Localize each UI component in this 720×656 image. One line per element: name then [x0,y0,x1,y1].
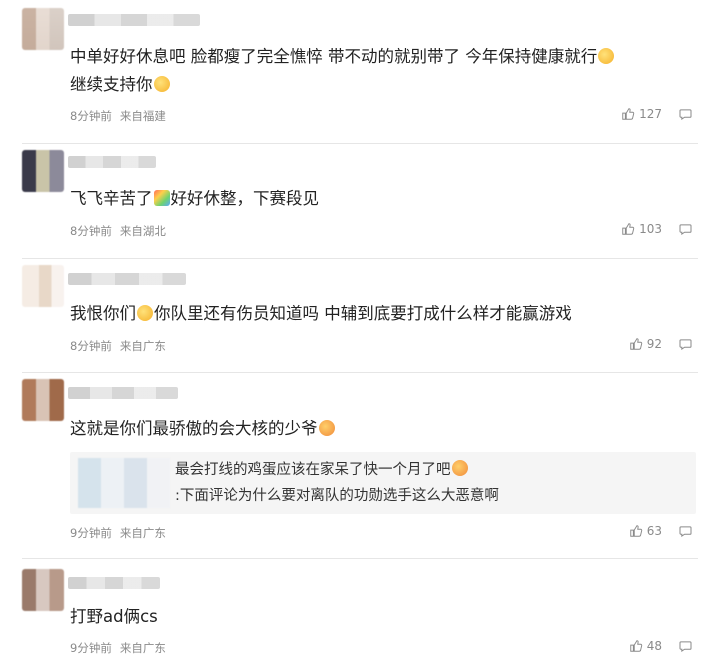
comment-bubble-icon[interactable] [679,109,692,120]
thumbs-up-icon [629,338,642,350]
like-button[interactable]: 48 [629,639,662,653]
emoji-icon [153,76,170,92]
comment-text: 打野ad俩cs [70,607,158,626]
quoted-line-1: 最会打线的鸡蛋应该在家呆了快一个月了吧 [175,458,469,479]
comment-text: 这就是你们最骄傲的会大核的少爷 [70,415,690,443]
comment-location: 来自湖北 [119,224,166,238]
quoted-avatar-redacted [78,458,170,508]
thumbs-up-icon [622,223,635,235]
comment-text: 飞飞辛苦了 好好休整，下赛段见 [70,185,690,213]
comment-location: 来自福建 [119,109,166,123]
comment-meta: 8分钟前 来自福建 [70,108,174,124]
avatar[interactable] [22,265,64,307]
quoted-line-2: :下面评论为什么要对离队的功勋选手这么大恶意啊 [175,488,499,504]
like-button[interactable]: 63 [629,524,662,538]
avatar[interactable] [22,569,64,611]
username-redacted[interactable] [68,156,156,168]
comment-location: 来自广东 [119,526,166,540]
comment-text-part1: 我恨你们 [70,304,136,323]
comment-location: 来自广东 [119,339,166,353]
comment-item: 我恨你们 你队里还有伤员知道吗 中辅到底要打成什么样才能赢游戏 8分钟前 来自广东 … [0,259,720,373]
comment-bubble-icon[interactable] [679,224,692,235]
comment-time: 8分钟前 [70,339,112,353]
avatar[interactable] [22,150,64,192]
comment-text-line2: 继续支持你 [70,75,153,94]
comment-meta: 9分钟前 来自广东 [70,525,174,541]
comment-time: 8分钟前 [70,224,112,238]
comment-text-line1: 中单好好休息吧 脸都瘦了完全憔悴 带不动的就别带了 今年保持健康就行 [70,47,598,66]
comment-time: 8分钟前 [70,109,112,123]
username-redacted[interactable] [68,14,200,26]
username-redacted[interactable] [68,577,160,589]
like-button[interactable]: 92 [629,337,662,351]
quoted-comment[interactable]: 最会打线的鸡蛋应该在家呆了快一个月了吧 :下面评论为什么要对离队的功勋选手这么大… [70,452,696,514]
like-count: 103 [639,222,662,236]
comment-text-part2: 好好休整，下赛段见 [170,189,320,208]
like-count: 48 [646,639,662,653]
thumbs-up-icon [629,525,642,537]
like-button[interactable]: 127 [621,107,662,121]
comment-meta: 8分钟前 来自湖北 [70,223,174,239]
comment-item: 飞飞辛苦了 好好休整，下赛段见 8分钟前 来自湖北 103 [0,144,720,259]
username-redacted[interactable] [68,387,178,399]
thumbs-up-icon [622,108,635,120]
comment-bubble-icon[interactable] [679,526,692,537]
emoji-icon [137,305,153,321]
comment-time: 9分钟前 [70,526,112,540]
avatar[interactable] [22,8,64,50]
emoji-icon [451,460,468,476]
comment-bubble-icon[interactable] [679,641,692,652]
comment-meta: 9分钟前 来自广东 [70,640,174,656]
comment-text-part2: 你队里还有伤员知道吗 中辅到底要打成什么样才能赢游戏 [154,304,572,323]
comment-text-part1: 飞飞辛苦了 [70,189,153,208]
like-button[interactable]: 103 [621,222,662,236]
thumbs-up-icon [629,640,642,652]
like-count: 63 [646,524,662,538]
comment-text-part1: 这就是你们最骄傲的会大核的少爷 [70,419,318,438]
emoji-icon [318,420,335,436]
comment-text: 我恨你们 你队里还有伤员知道吗 中辅到底要打成什么样才能赢游戏 [70,300,690,328]
comment-meta: 8分钟前 来自广东 [70,338,174,354]
comment-item: 中单好好休息吧 脸都瘦了完全憔悴 带不动的就别带了 今年保持健康就行 继续支持你… [0,0,720,144]
comment-bubble-icon[interactable] [679,339,692,350]
comment-text: 中单好好休息吧 脸都瘦了完全憔悴 带不动的就别带了 今年保持健康就行 继续支持你 [70,43,690,99]
username-redacted[interactable] [68,273,186,285]
like-count: 127 [639,107,662,121]
comment-item: 打野ad俩cs 9分钟前 来自广东 48 [0,559,720,656]
avatar[interactable] [22,379,64,421]
emoji-icon [598,48,615,64]
like-count: 92 [646,337,662,351]
comment-item: 这就是你们最骄傲的会大核的少爷 最会打线的鸡蛋应该在家呆了快一个月了吧 :下面评… [0,373,720,559]
emoji-icon [153,190,170,206]
